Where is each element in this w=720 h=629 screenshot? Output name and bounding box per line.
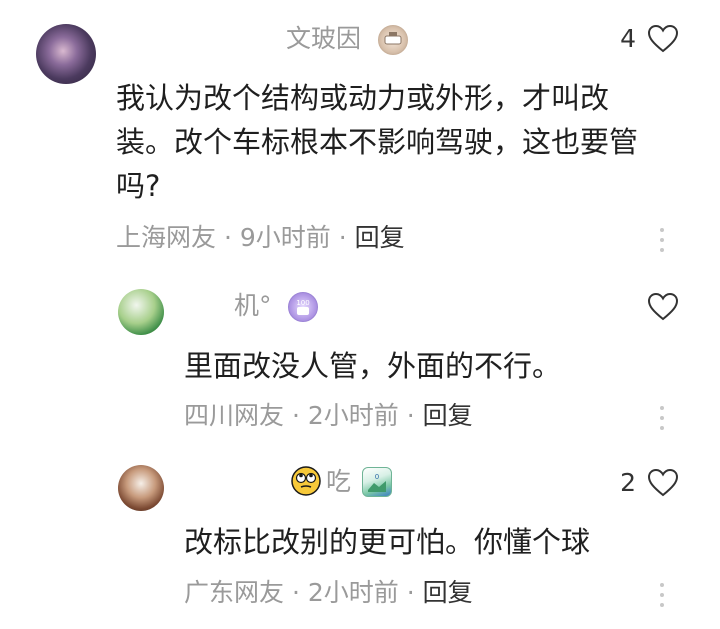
- avatar[interactable]: [118, 289, 164, 335]
- rolling-eyes-emoji-icon: [291, 466, 321, 496]
- separator: ·: [216, 223, 240, 252]
- level-badge-icon: 0: [362, 467, 392, 497]
- heart-icon[interactable]: [647, 291, 679, 323]
- location: 上海网友: [116, 223, 217, 252]
- location: 四川网友: [184, 401, 285, 430]
- reply-button[interactable]: 回复: [355, 223, 405, 252]
- reply-button[interactable]: 回复: [423, 401, 473, 430]
- separator: ·: [398, 578, 423, 607]
- avatar[interactable]: [118, 465, 164, 511]
- more-icon[interactable]: [660, 406, 668, 436]
- svg-text:100: 100: [296, 299, 309, 307]
- more-icon[interactable]: [660, 583, 668, 613]
- comment-line: 装。改个车标根本不影响驾驶，这也要管: [116, 125, 639, 159]
- comment-text: 里面改没人管，外面的不行。: [184, 349, 562, 383]
- comment-text: 改标比改别的更可怕。你懂个球: [184, 525, 591, 559]
- separator: ·: [284, 578, 308, 607]
- location: 广东网友: [184, 578, 285, 607]
- like-count: 4: [620, 24, 636, 53]
- like-count: 2: [620, 468, 636, 497]
- comment-line: 我认为改个结构或动力或外形，才叫改: [116, 81, 610, 115]
- level-badge-icon: [378, 25, 408, 55]
- comment-line: 吗?: [116, 169, 161, 203]
- svg-text:0: 0: [375, 473, 379, 481]
- separator: ·: [398, 401, 423, 430]
- comment-meta: 上海网友 · 9小时前 · 回复: [116, 223, 405, 253]
- heart-icon[interactable]: [647, 23, 679, 55]
- timestamp: 2小时前: [307, 401, 399, 430]
- comment-meta: 四川网友 · 2小时前 · 回复: [184, 401, 473, 431]
- avatar[interactable]: [36, 24, 96, 84]
- comment-meta: 广东网友 · 2小时前 · 回复: [184, 578, 473, 608]
- username[interactable]: 文玻因: [286, 24, 361, 54]
- reply-button[interactable]: 回复: [423, 578, 473, 607]
- comment-text: 我认为改个结构或动力或外形，才叫改 装。改个车标根本不影响驾驶，这也要管 吗?: [116, 76, 676, 208]
- level-badge-icon: 100: [288, 292, 318, 322]
- username[interactable]: 吃: [326, 467, 351, 497]
- separator: ·: [330, 223, 355, 252]
- separator: ·: [284, 401, 308, 430]
- username[interactable]: 机°: [234, 291, 272, 321]
- more-icon[interactable]: [660, 228, 668, 258]
- timestamp: 2小时前: [307, 578, 399, 607]
- timestamp: 9小时前: [239, 223, 331, 252]
- heart-icon[interactable]: [647, 467, 679, 499]
